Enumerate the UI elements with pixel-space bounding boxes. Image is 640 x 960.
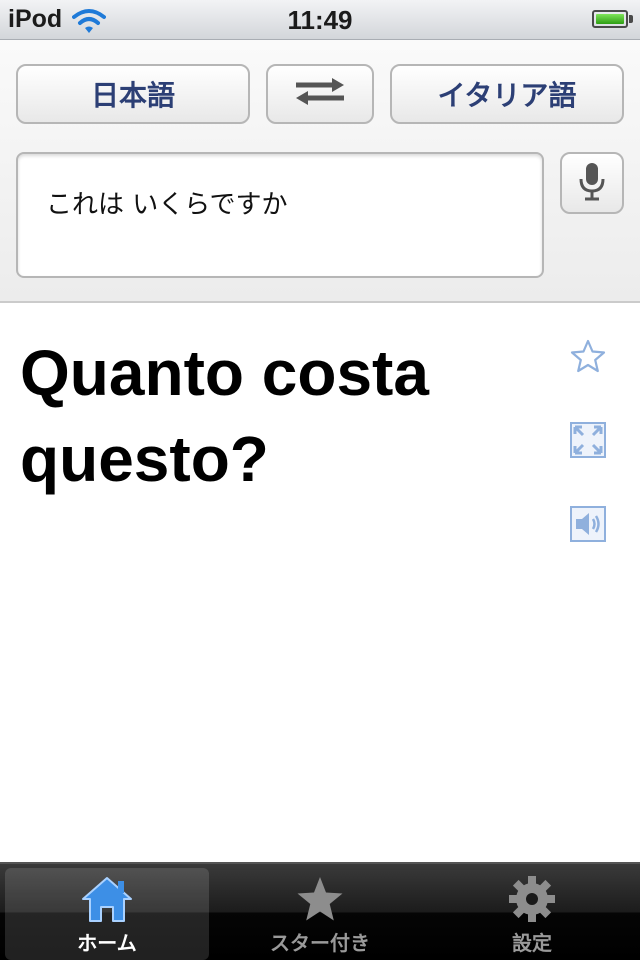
tab-settings-label: 設定 bbox=[512, 931, 552, 955]
swap-languages-button[interactable] bbox=[266, 64, 374, 124]
battery-level bbox=[596, 14, 624, 24]
speaker-icon[interactable] bbox=[568, 504, 608, 544]
clock: 11:49 bbox=[287, 5, 353, 35]
battery-icon bbox=[592, 10, 628, 28]
tab-starred-label: スター付き bbox=[270, 931, 370, 955]
tab-starred[interactable]: スター付き bbox=[218, 868, 422, 960]
home-icon bbox=[80, 873, 134, 925]
source-language-button[interactable]: 日本語 bbox=[16, 64, 250, 124]
target-language-button[interactable]: イタリア語 bbox=[390, 64, 624, 124]
source-text-input[interactable]: これは いくらですか bbox=[16, 152, 544, 278]
tab-home[interactable]: ホーム bbox=[5, 868, 209, 960]
tab-home-label: ホーム bbox=[77, 931, 137, 955]
tab-bar: ホーム スター付き 設定 bbox=[0, 862, 640, 960]
microphone-icon bbox=[577, 161, 607, 206]
target-language-label: イタリア語 bbox=[437, 80, 577, 111]
source-text-value: これは いくらですか bbox=[46, 190, 288, 220]
battery-cap bbox=[629, 15, 633, 23]
tab-settings[interactable]: 設定 bbox=[430, 868, 634, 960]
fullscreen-icon[interactable] bbox=[568, 420, 608, 460]
star-icon[interactable] bbox=[568, 336, 608, 376]
translation-controls: 日本語 イタリア語 これは いくらですか bbox=[0, 40, 640, 303]
source-language-label: 日本語 bbox=[90, 80, 175, 111]
gear-icon bbox=[508, 873, 556, 925]
translation-result: Quanto costa questo? bbox=[20, 337, 429, 495]
voice-input-button[interactable] bbox=[560, 152, 624, 214]
status-bar: iPod 11:49 bbox=[0, 0, 640, 40]
swap-arrows-icon bbox=[292, 76, 348, 113]
star-icon bbox=[295, 873, 345, 925]
